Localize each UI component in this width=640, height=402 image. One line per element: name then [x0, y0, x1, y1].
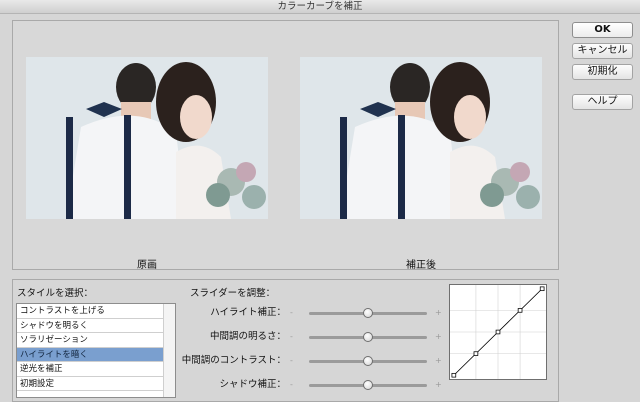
cancel-button[interactable]: キャンセル [572, 43, 633, 59]
slider-section-label: スライダーを調整： [190, 288, 276, 299]
corrected-caption: 補正後 [406, 260, 436, 271]
midtone-brightness-plus-label: + [435, 332, 442, 341]
shadow-plus-label: + [435, 380, 442, 389]
ok-button[interactable]: OK [572, 22, 633, 38]
highlight-minus-label: - [290, 308, 293, 317]
style-list-item[interactable]: シャドウを明るく [17, 319, 164, 333]
highlight-slider-label: ハイライト補正： [210, 307, 286, 318]
midtone-contrast-slider-label: 中間調のコントラスト： [181, 355, 286, 366]
style-list-item[interactable]: コントラストを上げる [17, 304, 164, 319]
midtone-contrast-minus-label: - [290, 356, 293, 365]
curve-control-point[interactable] [517, 308, 523, 313]
midtone-contrast-plus-label: + [435, 356, 442, 365]
shadow-minus-label: - [290, 380, 293, 389]
style-list-item[interactable]: ハイライトを暗く [17, 347, 164, 362]
window-title: カラーカーブを補正 [0, 0, 640, 14]
style-section-label: スタイルを選択： [17, 288, 94, 299]
style-list-item[interactable]: 逆光を補正 [17, 362, 164, 377]
highlight-slider-thumb[interactable] [363, 308, 373, 318]
midtone-brightness-slider-thumb[interactable] [363, 332, 373, 342]
midtone-brightness-minus-label: - [290, 332, 293, 341]
reset-button[interactable]: 初期化 [572, 64, 633, 80]
style-list-items: コントラストを上げる シャドウを明るく ソラリゼーション ハイライトを暗く 逆光を補正初… [17, 304, 164, 391]
original-preview-image [26, 57, 268, 219]
curve-control-point[interactable] [495, 329, 501, 335]
style-list[interactable]: コントラストを上げる シャドウを明るく ソラリゼーション ハイライトを暗く 逆光を補正初… [16, 303, 176, 398]
curve-control-point[interactable] [451, 372, 457, 378]
shadow-slider-label: シャドウ補正： [219, 379, 286, 390]
curve-graph-svg [450, 285, 546, 379]
midtone-brightness-slider-label: 中間調の明るさ： [209, 331, 286, 342]
original-caption: 原画 [137, 260, 157, 271]
shadow-slider-thumb[interactable] [363, 380, 373, 390]
curve-control-point[interactable] [539, 286, 545, 292]
preview-panel: 原画 補正後 [12, 20, 559, 271]
highlight-plus-label: + [435, 308, 442, 317]
help-button[interactable]: ヘルプ [572, 94, 633, 110]
midtone-contrast-slider-thumb[interactable] [363, 356, 373, 366]
curve-graph[interactable] [449, 284, 547, 380]
curve-control-point[interactable] [473, 351, 479, 356]
corrected-preview-image [300, 57, 542, 219]
style-list-item[interactable]: 初期設定 [17, 377, 164, 391]
style-list-item[interactable]: ソラリゼーション [17, 333, 164, 348]
style-list-scrollbar[interactable] [163, 304, 175, 397]
